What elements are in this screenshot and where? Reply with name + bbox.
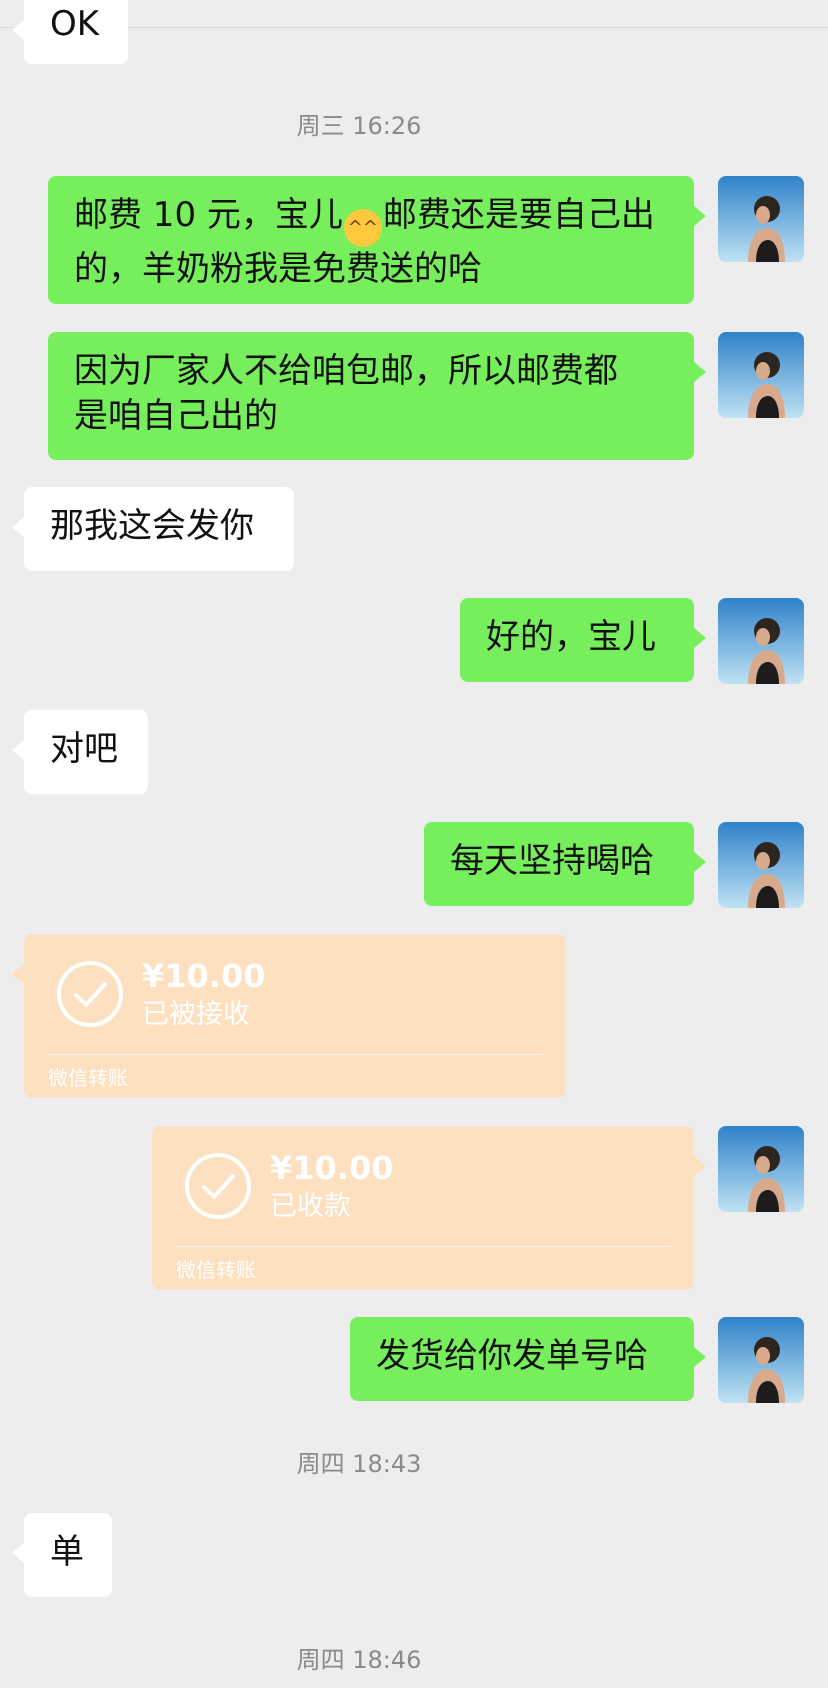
message-text: 每天坚持喝哈 — [450, 841, 654, 881]
avatar[interactable] — [718, 1317, 804, 1403]
transfer-amount: ¥10.00 — [142, 957, 266, 995]
transfer-card-received[interactable]: ¥10.00 已被接收 微信转账 — [12, 934, 566, 1098]
message-text: 是咱自己出的 — [74, 396, 278, 436]
message-bubble-outgoing[interactable]: 好的，宝儿 — [460, 598, 706, 682]
transfer-amount: ¥10.00 — [270, 1149, 394, 1187]
smiling-face-emoji-icon: ^^ — [343, 209, 382, 247]
message-text: 邮费 10 元，宝儿 — [74, 195, 343, 235]
transfer-divider — [176, 1246, 670, 1247]
chat-window: OK 周三 16:26 邮费 10 元，宝儿 ^^ 邮费还是要自己出 的，羊奶粉我是… — [0, 0, 828, 1688]
message-bubble-outgoing[interactable]: 发货给你发单号哈 — [350, 1317, 706, 1401]
check-circle-icon — [184, 1152, 252, 1220]
message-text: OK — [50, 4, 100, 44]
avatar[interactable] — [718, 332, 804, 418]
transfer-divider — [48, 1054, 542, 1055]
message-text: 单 — [50, 1532, 84, 1572]
avatar[interactable] — [718, 1126, 804, 1212]
check-circle-icon — [56, 960, 124, 1028]
message-bubble-incoming[interactable]: 单 — [12, 1513, 112, 1597]
message-bubble-outgoing[interactable]: 因为厂家人不给咱包邮，所以邮费都 是咱自己出的 — [48, 332, 706, 460]
message-bubble-incoming-partial[interactable]: OK — [12, 0, 128, 64]
transfer-card-collected[interactable]: ¥10.00 已收款 微信转账 — [152, 1126, 706, 1290]
message-bubble-incoming[interactable]: 对吧 — [12, 710, 148, 794]
message-bubble-incoming[interactable]: 那我这会发你 — [12, 487, 294, 571]
avatar[interactable] — [718, 176, 804, 262]
transfer-status: 已被接收 — [142, 999, 250, 1030]
message-text: 那我这会发你 — [50, 506, 254, 546]
transfer-label: 微信转账 — [176, 1258, 256, 1282]
message-text: 对吧 — [50, 729, 118, 769]
avatar[interactable] — [718, 598, 804, 684]
message-text: 的，羊奶粉我是免费送的哈 — [74, 249, 482, 289]
message-text: 因为厂家人不给咱包邮，所以邮费都 — [74, 351, 618, 391]
timestamp: 周三 16:26 — [296, 112, 422, 140]
message-text: 好的，宝儿 — [486, 617, 656, 657]
message-text: 邮费还是要自己出 — [382, 195, 655, 235]
timestamp: 周四 18:43 — [296, 1450, 422, 1478]
message-bubble-outgoing[interactable]: 每天坚持喝哈 — [424, 822, 706, 906]
avatar[interactable] — [718, 822, 804, 908]
transfer-status: 已收款 — [270, 1191, 351, 1222]
message-text: 发货给你发单号哈 — [376, 1336, 648, 1376]
transfer-label: 微信转账 — [48, 1066, 128, 1090]
message-bubble-outgoing[interactable]: 邮费 10 元，宝儿 ^^ 邮费还是要自己出 的，羊奶粉我是免费送的哈 — [48, 176, 706, 304]
timestamp: 周四 18:46 — [296, 1646, 422, 1674]
